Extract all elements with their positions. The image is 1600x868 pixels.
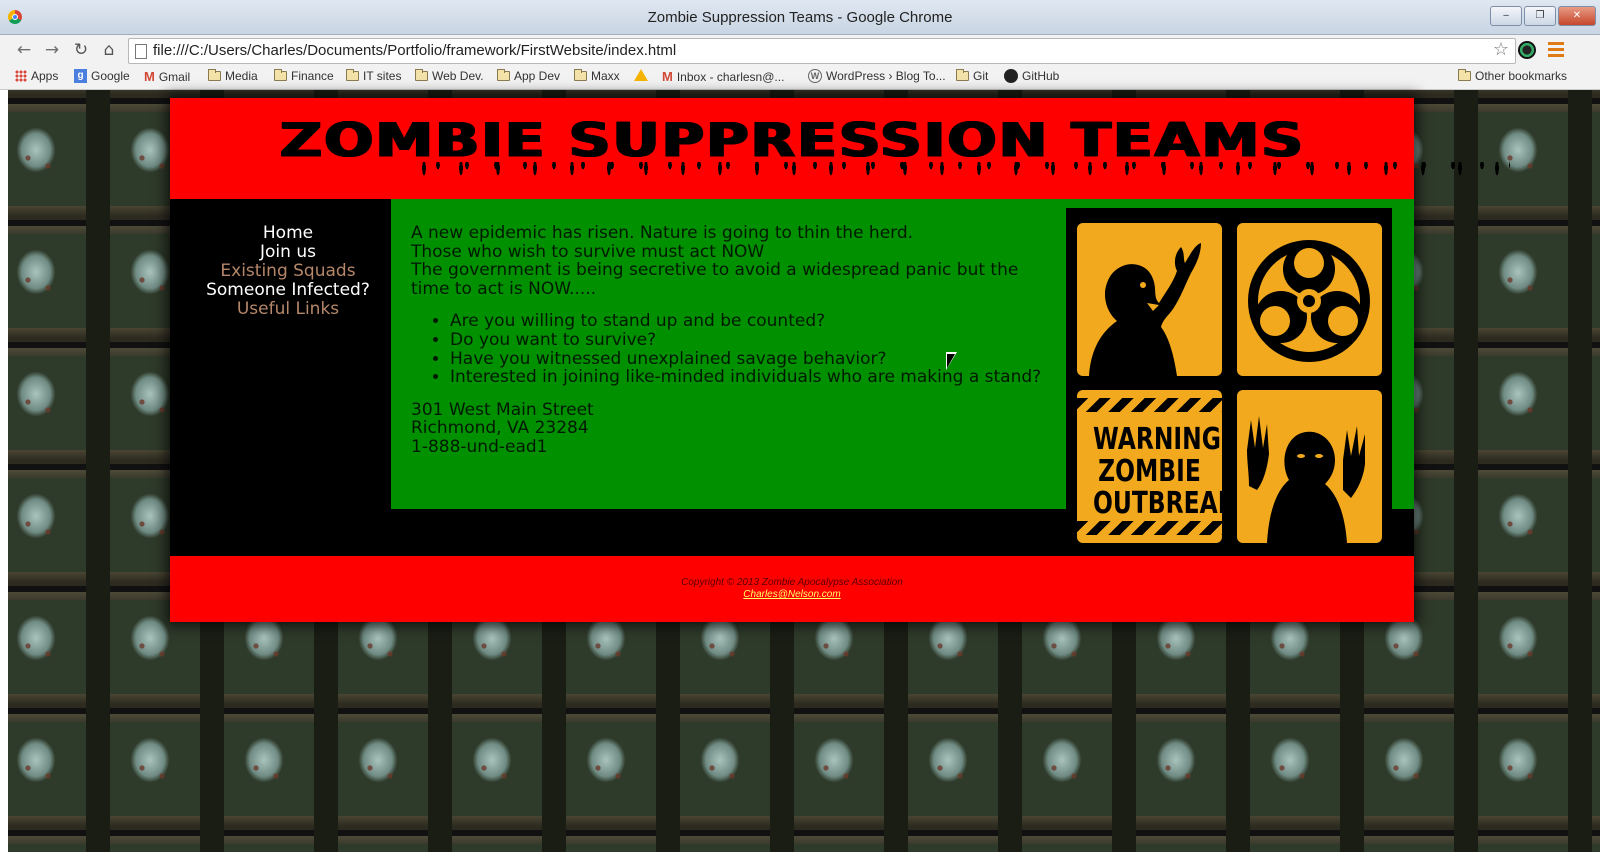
address-line: Richmond, VA 23284 bbox=[411, 418, 589, 439]
intro-line: The government is being secretive to avo… bbox=[411, 260, 1019, 299]
site-header: ZOMBIE SUPPRESSION TEAMS bbox=[170, 98, 1510, 199]
warning-line: OUTBREAK bbox=[1092, 486, 1222, 521]
zombie-hands-icon bbox=[1247, 416, 1365, 543]
extension-icon[interactable] bbox=[1518, 41, 1536, 59]
back-button[interactable]: ← bbox=[14, 40, 34, 60]
content-text: A new epidemic has risen. Nature is goin… bbox=[411, 224, 1051, 457]
nav-link-join-us[interactable]: Join us bbox=[260, 242, 316, 262]
intro-line: A new epidemic has risen. Nature is goin… bbox=[411, 223, 914, 243]
question-list: Are you willing to stand up and be count… bbox=[411, 312, 1051, 386]
bookmark-app-dev[interactable]: App Dev bbox=[497, 69, 560, 83]
zombie-profile-icon bbox=[1089, 243, 1201, 376]
list-item: Have you witnessed unexplained savage be… bbox=[450, 349, 1051, 369]
restore-button[interactable]: ❐ bbox=[1524, 6, 1556, 26]
bookmark-star-icon[interactable]: ☆ bbox=[1493, 39, 1509, 61]
list-item: Interested in joining like-minded indivi… bbox=[450, 368, 1051, 387]
folder-icon bbox=[956, 69, 969, 81]
bookmark-inbox[interactable]: M Inbox - charlesn@... bbox=[662, 69, 784, 84]
copyright-text: Copyright © 2013 Zombie Apocalypse Assoc… bbox=[681, 577, 903, 588]
zombie-warning-poster: WARNING ZOMBIE OUTBREAK bbox=[1066, 208, 1392, 556]
site-container: ZOMBIE SUPPRESSION TEAMS Home Join us Ex… bbox=[170, 98, 1510, 622]
reload-button[interactable]: ↻ bbox=[71, 40, 91, 60]
page-icon bbox=[135, 44, 147, 59]
zombie-hands-tile bbox=[1237, 390, 1382, 543]
url-text[interactable]: file:///C:/Users/Charles/Documents/Portf… bbox=[153, 42, 676, 59]
github-icon bbox=[1004, 69, 1018, 83]
nav-item-home: Home bbox=[170, 224, 406, 243]
nav-link-someone-infected[interactable]: Someone Infected? bbox=[206, 280, 370, 300]
address-line: 301 West Main Street bbox=[411, 399, 594, 420]
bookmark-it-sites[interactable]: IT sites bbox=[346, 69, 401, 83]
address-bar[interactable]: file:///C:/Users/Charles/Documents/Portf… bbox=[128, 38, 1516, 64]
folder-icon bbox=[346, 69, 359, 81]
window-title: Zombie Suppression Teams - Google Chrome bbox=[647, 9, 953, 26]
nav-list: Home Join us Existing Squads Someone Inf… bbox=[170, 224, 406, 319]
bookmark-media[interactable]: Media bbox=[208, 69, 258, 83]
bookmark-web-dev[interactable]: Web Dev. bbox=[415, 69, 484, 83]
bookmark-apps[interactable]: Apps bbox=[15, 69, 58, 83]
minimize-button[interactable]: ‒ bbox=[1490, 6, 1522, 26]
nav-item-existing-squads: Existing Squads bbox=[170, 262, 406, 281]
nav-link-useful-links[interactable]: Useful Links bbox=[237, 299, 339, 319]
google-icon: g bbox=[74, 69, 87, 83]
folder-icon bbox=[274, 69, 287, 81]
hazard-stripes bbox=[1077, 398, 1222, 412]
nav-link-existing-squads[interactable]: Existing Squads bbox=[220, 261, 355, 281]
chrome-menu-icon[interactable] bbox=[1548, 42, 1564, 60]
close-button[interactable]: ✕ bbox=[1558, 6, 1596, 26]
intro-line: Those who wish to survive must act NOW bbox=[411, 241, 765, 262]
bookmark-github[interactable]: GitHub bbox=[1004, 69, 1059, 83]
bookmark-git[interactable]: Git bbox=[956, 69, 988, 83]
drive-icon bbox=[634, 69, 648, 81]
gmail-icon: M bbox=[144, 69, 155, 84]
bookmark-finance[interactable]: Finance bbox=[274, 69, 334, 83]
mouse-cursor bbox=[946, 352, 957, 370]
warning-text: WARNING ZOMBIE OUTBREAK bbox=[1092, 422, 1222, 521]
folder-icon bbox=[1458, 69, 1471, 81]
window-controls: ‒ ❐ ✕ bbox=[1490, 6, 1596, 26]
bookmarks-bar: Apps g Google M Gmail Media Finance IT sit… bbox=[0, 65, 1600, 90]
zombie-silhouette-tile bbox=[1077, 223, 1222, 376]
site-nav: Home Join us Existing Squads Someone Inf… bbox=[170, 199, 391, 556]
list-item: Do you want to survive? bbox=[450, 331, 1051, 350]
site-footer: Copyright © 2013 Zombie Apocalypse Assoc… bbox=[170, 556, 1414, 622]
warning-line: ZOMBIE bbox=[1098, 454, 1201, 489]
apps-grid-icon bbox=[15, 70, 27, 82]
site-title: ZOMBIE SUPPRESSION TEAMS bbox=[279, 112, 1305, 168]
biohazard-icon bbox=[1248, 240, 1370, 362]
nav-link-home[interactable]: Home bbox=[263, 223, 313, 243]
list-item: Are you willing to stand up and be count… bbox=[450, 312, 1051, 331]
bookmark-wordpress[interactable]: W WordPress › Blog To... bbox=[808, 69, 946, 83]
biohazard-tile bbox=[1237, 223, 1382, 376]
gmail-icon: M bbox=[662, 69, 673, 84]
folder-icon bbox=[415, 69, 428, 81]
folder-icon bbox=[208, 69, 221, 81]
folder-icon bbox=[497, 69, 510, 81]
home-button[interactable]: ⌂ bbox=[99, 40, 119, 60]
window-bottom-edge bbox=[0, 852, 1600, 868]
nav-item-useful-links: Useful Links bbox=[170, 300, 406, 319]
bookmark-gmail[interactable]: M Gmail bbox=[144, 69, 190, 84]
browser-toolbar: ← → ↻ ⌂ file:///C:/Users/Charles/Documen… bbox=[0, 35, 1600, 65]
forward-button[interactable]: → bbox=[42, 40, 62, 60]
wordpress-icon: W bbox=[808, 69, 822, 83]
hazard-stripes bbox=[1077, 521, 1222, 535]
folder-icon bbox=[574, 69, 587, 81]
bookmark-drive[interactable] bbox=[634, 69, 648, 81]
warning-sign-tile: WARNING ZOMBIE OUTBREAK bbox=[1077, 390, 1222, 543]
bookmark-google[interactable]: g Google bbox=[74, 69, 130, 83]
phone-number: 1-888-und-ead1 bbox=[411, 436, 548, 457]
blood-drips-decoration bbox=[418, 162, 1510, 190]
other-bookmarks[interactable]: Other bookmarks bbox=[1458, 69, 1567, 83]
nav-item-join-us: Join us bbox=[170, 243, 406, 262]
warning-line: WARNING bbox=[1092, 422, 1221, 457]
bookmark-maxx[interactable]: Maxx bbox=[574, 69, 620, 83]
window-title-bar: Zombie Suppression Teams - Google Chrome… bbox=[0, 0, 1600, 35]
contact-email-link[interactable]: Charles@Nelson.com bbox=[170, 589, 1414, 600]
nav-item-someone-infected: Someone Infected? bbox=[170, 281, 406, 300]
